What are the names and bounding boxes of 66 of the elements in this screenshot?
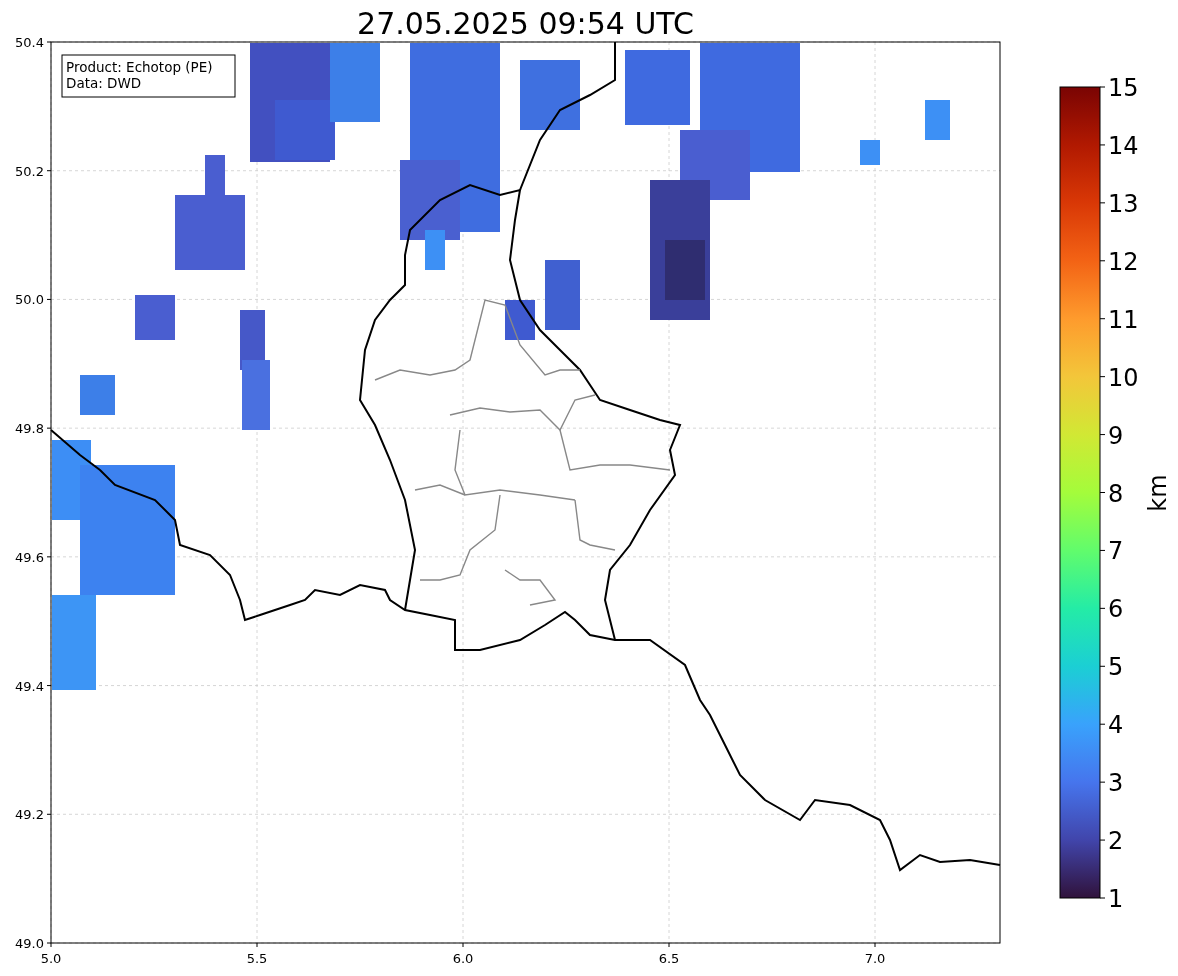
tick-mark: [1099, 260, 1106, 262]
tick-mark: [46, 41, 52, 43]
x-axis-label: 5.0: [40, 951, 62, 966]
y-axis-label: 50.4: [15, 35, 44, 50]
tick-mark: [1099, 492, 1106, 493]
colorbar-tick-label: 10: [1108, 363, 1139, 392]
tick-mark: [874, 942, 876, 948]
colorbar-tick-label: 14: [1108, 131, 1139, 160]
colorbar-tick-label: 11: [1108, 305, 1139, 334]
tick-mark: [46, 298, 52, 300]
tick-mark: [46, 685, 52, 687]
tick-mark: [1099, 144, 1106, 146]
radar-echo-patch: [80, 375, 115, 415]
radar-echo-patch: [505, 300, 535, 340]
colorbar-label: km: [1144, 474, 1172, 512]
tick-mark: [1099, 202, 1106, 204]
tick-mark: [668, 942, 670, 948]
y-axis-label: 49.6: [15, 549, 44, 565]
tick-mark: [256, 942, 258, 948]
tick-mark: [1099, 839, 1106, 841]
radar-echo-patch: [520, 60, 580, 130]
colorbar-tick-label: 3: [1108, 769, 1124, 798]
radar-echo-patch: [860, 140, 880, 165]
tick-mark: [46, 170, 52, 172]
colorbar-tick-label: 1: [1108, 885, 1124, 913]
y-axis-label: 49.8: [15, 421, 44, 437]
tick-mark: [1099, 549, 1106, 551]
x-axis-label: 5.5: [246, 951, 268, 966]
y-axis-label: 50.0: [15, 292, 44, 308]
colorbar-tick-label: 6: [1108, 595, 1124, 624]
legend-text: Data: DWD: [66, 75, 142, 91]
tick-mark: [1099, 434, 1106, 436]
tick-mark: [1099, 781, 1106, 783]
colorbar-tick-label: 12: [1108, 247, 1139, 276]
tick-mark: [1099, 376, 1106, 378]
tick-mark: [46, 556, 52, 558]
tick-mark: [462, 942, 464, 948]
x-axis-label: 6.0: [452, 951, 474, 966]
colorbar-tick-label: 5: [1108, 653, 1124, 682]
x-axis-label: 7.0: [864, 951, 886, 966]
chart-title: 27.05.2025 09:54 UTC: [357, 6, 694, 41]
colorbar-tick-label: 7: [1108, 537, 1124, 566]
tick-mark: [1099, 665, 1106, 667]
colorbar-tick-label: 8: [1108, 479, 1124, 508]
colorbar-tick-label: 9: [1108, 421, 1124, 450]
colorbar-tick-label: 15: [1108, 74, 1139, 102]
tick-mark: [1099, 86, 1106, 88]
tick-mark: [1099, 318, 1106, 320]
y-axis-label: 49.2: [15, 807, 44, 823]
tick-mark: [1099, 723, 1106, 725]
radar-echo-patch: [135, 295, 175, 340]
tick-mark: [46, 427, 52, 429]
tick-mark: [1099, 607, 1106, 609]
colorbar-tick-label: 2: [1108, 827, 1124, 856]
tick-mark: [46, 813, 52, 815]
y-axis-label: 49.4: [15, 678, 44, 694]
colorbar-tick-label: 13: [1108, 189, 1139, 218]
radar-echo-patch: [925, 100, 950, 140]
x-axis-label: 6.5: [658, 951, 680, 966]
legend-text: Product: Echotop (PE): [66, 59, 213, 75]
colorbar-tick-label: 4: [1108, 711, 1124, 740]
y-axis-label: 50.2: [15, 163, 44, 179]
tick-mark: [1099, 897, 1106, 899]
radar-echo-patch: [242, 360, 270, 430]
y-axis-label: 49.0: [15, 936, 44, 951]
radar-echo-patch: [545, 260, 580, 330]
